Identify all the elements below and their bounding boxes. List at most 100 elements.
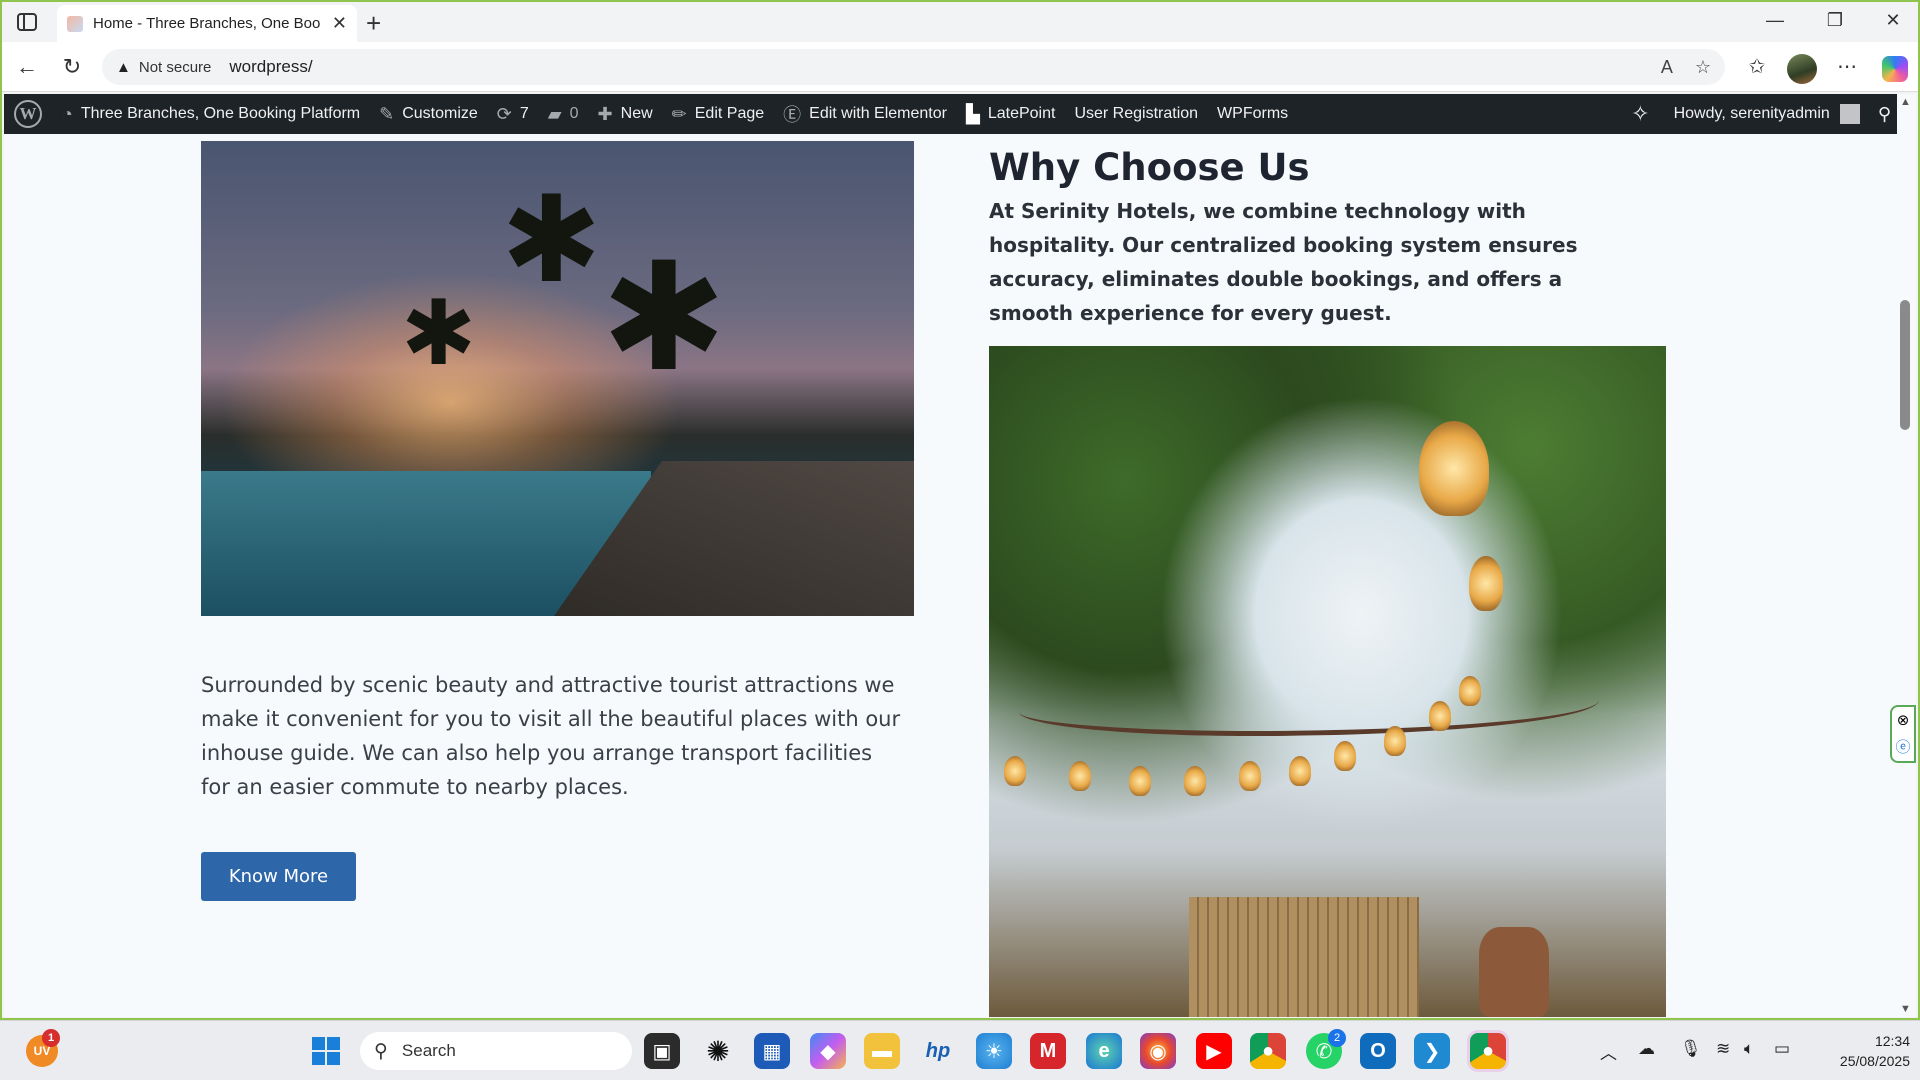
vscode-icon[interactable]: ❯: [1414, 1033, 1450, 1069]
uv-weather-widget[interactable]: UV 1: [26, 1029, 60, 1067]
url-text[interactable]: wordpress/: [229, 57, 1638, 77]
battery-icon[interactable]: ▭: [1774, 1039, 1790, 1059]
edit-elementor-label: Edit with Elementor: [809, 105, 947, 122]
adminbar-new[interactable]: ✚ New: [598, 104, 653, 125]
user-registration-label: User Registration: [1074, 105, 1199, 122]
know-more-button[interactable]: Know More: [201, 852, 356, 901]
chrome-icon[interactable]: ●: [1250, 1033, 1286, 1069]
taskbar-search[interactable]: ⚲ Search: [360, 1032, 632, 1070]
adminbar-customize[interactable]: ✎ Customize: [379, 104, 478, 125]
intro-paragraph: Surrounded by scenic beauty and attracti…: [201, 673, 901, 799]
chrome-profile-icon[interactable]: ●: [1470, 1033, 1506, 1069]
plant-pot-shape: [1479, 927, 1549, 1017]
tab-title: Home - Three Branches, One Boo: [93, 15, 321, 32]
close-window-icon[interactable]: ✕: [1873, 10, 1913, 31]
outlook-icon[interactable]: O: [1360, 1033, 1396, 1069]
rope-shape: [1019, 676, 1599, 736]
windows-start-icon[interactable]: [308, 1033, 344, 1069]
wordpress-logo-icon[interactable]: W: [14, 100, 42, 128]
back-icon[interactable]: ←: [12, 54, 42, 80]
copilot-icon[interactable]: [1882, 56, 1908, 82]
read-aloud-icon[interactable]: A: [1661, 57, 1673, 78]
ai-sparkle-icon[interactable]: ✧: [1631, 101, 1649, 127]
volume-icon[interactable]: 🔈︎: [1744, 1039, 1754, 1059]
windows-taskbar: UV 1 ⚲ Search ▣ ✺ ▦ ◆ ▬ hp ☀ M e ◉ ▶ ● ✆…: [0, 1020, 1920, 1080]
task-view-icon[interactable]: ▣: [644, 1033, 680, 1069]
favorite-star-icon[interactable]: ☆: [1695, 57, 1711, 78]
page-scrollbar[interactable]: ▲ ▼: [1897, 94, 1916, 1017]
youtube-icon[interactable]: ▶: [1196, 1033, 1232, 1069]
microphone-icon[interactable]: 🎙︎: [1680, 1039, 1702, 1059]
wifi-icon[interactable]: ≋: [1716, 1039, 1730, 1059]
uv-badge: 1: [42, 1029, 60, 1047]
site-name-label: Three Branches, One Booking Platform: [80, 105, 361, 122]
lantern-shape: [1184, 766, 1206, 796]
adminbar-site-name[interactable]: ◔ Three Branches, One Booking Platform: [62, 104, 360, 125]
tab-strip: Home - Three Branches, One Boo ✕ + — ❐ ✕: [2, 2, 1918, 42]
page-content: ✱ ✱ ✱ Surrounded by scenic beauty and at…: [4, 134, 1897, 1017]
pencil-icon: ✏: [671, 103, 687, 124]
scroll-up-icon[interactable]: ▲: [1900, 96, 1911, 108]
scroll-thumb[interactable]: [1900, 300, 1910, 430]
new-tab-icon[interactable]: +: [366, 8, 381, 39]
search-placeholder: Search: [401, 1041, 456, 1060]
brush-icon: ✎: [379, 103, 395, 124]
user-avatar[interactable]: [1839, 104, 1860, 124]
favorites-icon[interactable]: ✩: [1742, 54, 1772, 79]
close-circle-icon[interactable]: ⊗: [1897, 711, 1910, 729]
show-hidden-icons-icon[interactable]: ︿: [1600, 1039, 1617, 1064]
warning-icon: ▲: [116, 58, 131, 76]
profile-avatar[interactable]: [1787, 54, 1817, 84]
active-tab[interactable]: Home - Three Branches, One Boo ✕: [57, 5, 357, 42]
more-menu-icon[interactable]: ⋯: [1832, 54, 1862, 79]
system-clock[interactable]: 12:34 25/08/2025: [1810, 1031, 1910, 1071]
adminbar-wpforms[interactable]: WPForms: [1217, 105, 1288, 123]
lantern-shape: [1239, 761, 1261, 791]
wpforms-label: WPForms: [1217, 105, 1289, 122]
search-icon[interactable]: ⚲: [1878, 104, 1891, 125]
edit-page-label: Edit Page: [694, 105, 765, 122]
lantern-shape: [1334, 741, 1356, 771]
wp-admin-bar: W ◔ Three Branches, One Booking Platform …: [4, 94, 1897, 134]
updates-count: 7: [519, 105, 529, 122]
adminbar-user-registration[interactable]: User Registration: [1074, 105, 1198, 123]
lantern-shape: [1469, 556, 1503, 611]
adminbar-edit-page[interactable]: ✏ Edit Page: [672, 104, 764, 125]
firefox-icon[interactable]: ◉: [1140, 1033, 1176, 1069]
tab-actions-icon[interactable]: [14, 10, 40, 34]
adminbar-edit-elementor[interactable]: Ⓔ Edit with Elementor: [783, 101, 947, 127]
edge-icon[interactable]: e: [1086, 1033, 1122, 1069]
weather-app-icon[interactable]: ☀: [976, 1033, 1012, 1069]
palm-shape: ✱: [401, 284, 477, 384]
close-tab-icon[interactable]: ✕: [332, 13, 347, 34]
adminbar-updates[interactable]: ⟳ 7: [497, 104, 529, 125]
minimize-icon[interactable]: —: [1755, 10, 1795, 31]
lantern-shape: [1459, 676, 1481, 706]
garden-lanterns-image: [989, 346, 1666, 1017]
address-bar[interactable]: ▲ Not secure wordpress/ A ☆: [102, 49, 1725, 85]
lantern-shape: [1069, 761, 1091, 791]
dashboard-icon: ◔: [62, 103, 73, 124]
resort-pool-image: ✱ ✱ ✱: [201, 141, 914, 616]
side-widget[interactable]: ⊗ ⓔ: [1890, 705, 1916, 763]
hp-icon[interactable]: hp: [920, 1033, 956, 1069]
store-icon[interactable]: ▦: [754, 1033, 790, 1069]
adminbar-comments[interactable]: ▰ 0: [548, 104, 579, 125]
onedrive-icon[interactable]: ☁: [1638, 1039, 1655, 1059]
howdy-user[interactable]: Howdy, serenityadmin: [1674, 105, 1830, 123]
refresh-icon[interactable]: ↻: [57, 54, 87, 80]
file-explorer-icon[interactable]: ▬: [864, 1033, 900, 1069]
lantern-shape: [1429, 701, 1451, 731]
restore-icon[interactable]: ❐: [1815, 10, 1855, 31]
palm-shape: ✱: [501, 173, 602, 307]
palm-shape: ✱: [601, 233, 727, 401]
mcafee-icon[interactable]: M: [1030, 1033, 1066, 1069]
edge-e-icon[interactable]: ⓔ: [1895, 736, 1910, 757]
latepoint-label: LatePoint: [987, 105, 1056, 122]
security-label[interactable]: Not secure: [139, 59, 212, 76]
copilot-app-icon[interactable]: ◆: [810, 1033, 846, 1069]
comments-count: 0: [569, 105, 579, 122]
adminbar-latepoint[interactable]: ▙ LatePoint: [966, 104, 1055, 125]
chatgpt-icon[interactable]: ✺: [700, 1033, 736, 1069]
scroll-down-icon[interactable]: ▼: [1900, 1003, 1911, 1015]
